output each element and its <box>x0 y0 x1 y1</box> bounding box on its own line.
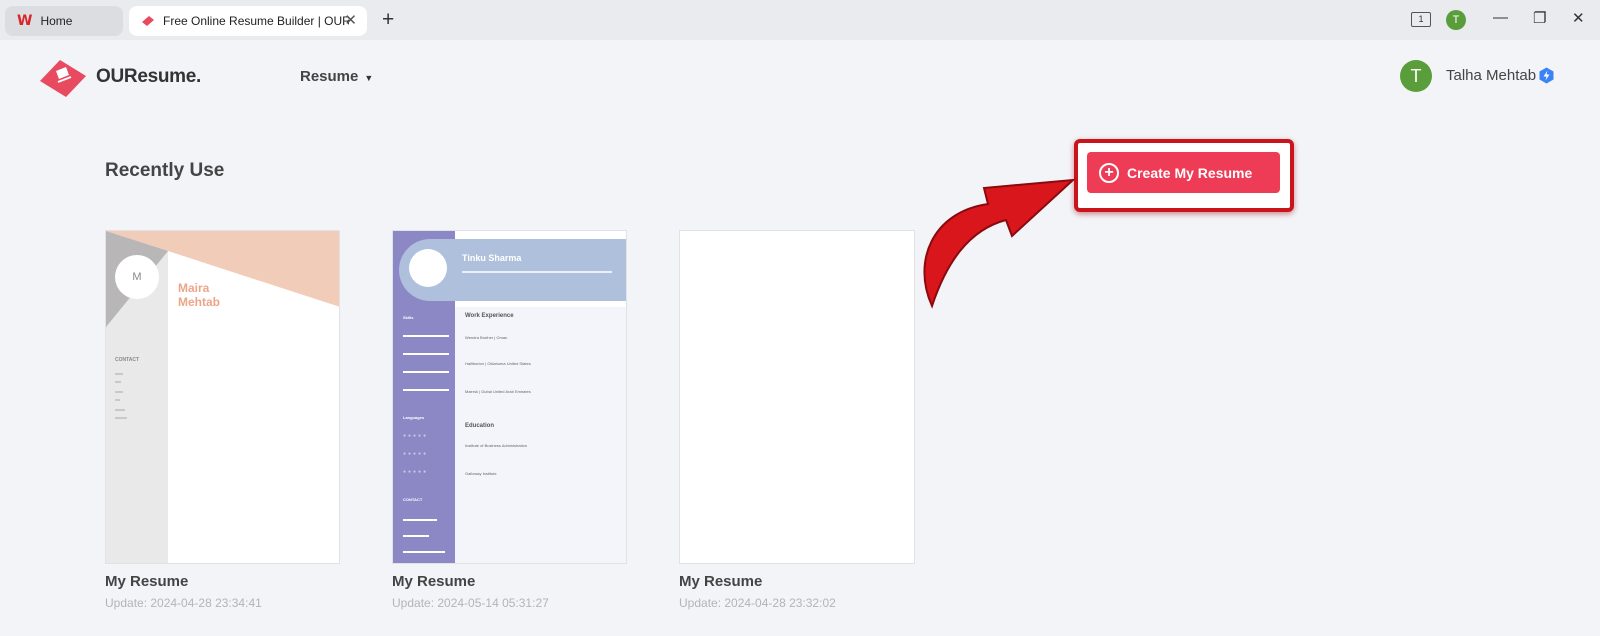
create-my-resume-button[interactable]: + Create My Resume <box>1087 152 1280 193</box>
preview-contact-heading: CONTACT <box>115 357 140 363</box>
preview-contact-line <box>403 551 445 553</box>
user-name[interactable]: Talha Mehtab <box>1446 67 1536 84</box>
reader-mode-icon[interactable]: 1 <box>1411 12 1431 27</box>
section-title: Recently Use <box>105 160 225 181</box>
tab-resume-builder[interactable]: Free Online Resume Builder | OURe ✕ <box>129 6 367 36</box>
card-updated-date: Update: 2024-04-28 23:32:02 <box>679 596 836 610</box>
caret-down-icon: ▼ <box>364 73 374 83</box>
user-avatar[interactable]: T <box>1400 60 1432 92</box>
preview-first-name: Maira <box>178 281 210 295</box>
preview-skill-bar <box>403 335 449 337</box>
preview-last-name: Mehtab <box>178 295 220 309</box>
preview-line <box>115 417 127 419</box>
preview-contact-line <box>403 519 437 521</box>
preview-contact-line <box>403 535 429 537</box>
brand-name[interactable]: OUResume. <box>96 66 201 88</box>
preview-skill-bar <box>403 353 449 355</box>
preview-rating-dots: ●●●●● <box>403 469 429 475</box>
preview-skills-heading: Skills <box>403 315 414 320</box>
wps-logo-icon: W <box>17 13 33 29</box>
preview-main-column <box>455 307 626 563</box>
card-title[interactable]: My Resume <box>105 573 188 590</box>
tab-home-label: Home <box>40 14 73 28</box>
preview-line <box>115 373 123 375</box>
tab-resume-label: Free Online Resume Builder | OURe <box>163 14 349 28</box>
red-arrow-icon <box>923 178 1076 309</box>
card-title[interactable]: My Resume <box>679 573 762 590</box>
preview-tagline <box>462 271 612 273</box>
plus-circle-icon: + <box>1099 162 1119 183</box>
card-updated-date: Update: 2024-05-14 05:31:27 <box>392 596 549 610</box>
preview-line <box>115 381 121 383</box>
resume-nav-label: Resume <box>300 68 359 85</box>
minimize-icon[interactable]: — <box>1493 9 1508 26</box>
preview-rating-dots: ●●●●● <box>403 451 429 457</box>
ouresume-favicon-icon <box>142 16 154 26</box>
preview-name: Maira Mehtab <box>178 281 220 309</box>
preview-contact-heading: CONTACT <box>403 497 423 502</box>
restore-icon[interactable]: ❐ <box>1533 9 1546 27</box>
browser-tab-bar: W Home Free Online Resume Builder | OURe… <box>0 0 1600 40</box>
preview-work-heading: Work Experience <box>465 313 514 319</box>
card-updated-date: Update: 2024-04-28 23:34:41 <box>105 596 262 610</box>
resume-card-1[interactable]: M Maira Mehtab CONTACT <box>105 230 340 564</box>
verified-badge-icon <box>1539 67 1554 84</box>
preview-photo-placeholder <box>409 249 447 287</box>
preview-name: Tinku Sharma <box>462 253 522 263</box>
preview-job: Wendra Brother | Oman <box>465 335 508 340</box>
preview-photo-placeholder: M <box>115 255 159 299</box>
close-window-icon[interactable]: ✕ <box>1572 9 1585 27</box>
create-button-label: Create My Resume <box>1127 164 1253 181</box>
preview-job: Halliburton | Oklahoma United States <box>465 361 531 366</box>
preview-skill-bar <box>403 371 449 373</box>
resume-card-3[interactable] <box>679 230 915 564</box>
resume-nav-menu[interactable]: Resume ▼ <box>300 68 373 85</box>
tab-close-icon[interactable]: ✕ <box>344 11 357 29</box>
preview-line <box>115 399 120 401</box>
resume-card-2[interactable]: Tinku Sharma Skills Languages ●●●●● ●●●●… <box>392 230 627 564</box>
preview-school: Galloway Institute <box>465 471 497 476</box>
preview-rating-dots: ●●●●● <box>403 433 429 439</box>
preview-job: Maersk | Dubai United Arab Emirates <box>465 389 531 394</box>
card-title[interactable]: My Resume <box>392 573 475 590</box>
ouresume-logo-icon[interactable] <box>38 58 88 98</box>
new-tab-button[interactable]: + <box>382 8 394 32</box>
preview-skill-bar <box>403 389 449 391</box>
preview-languages-heading: Languages <box>403 415 425 420</box>
preview-school: Institute of Business Administration <box>465 443 528 448</box>
browser-profile-avatar[interactable]: T <box>1446 10 1466 30</box>
preview-line <box>115 409 125 411</box>
preview-education-heading: Education <box>465 423 495 429</box>
tab-home[interactable]: W Home <box>5 6 123 36</box>
preview-line <box>115 391 123 393</box>
